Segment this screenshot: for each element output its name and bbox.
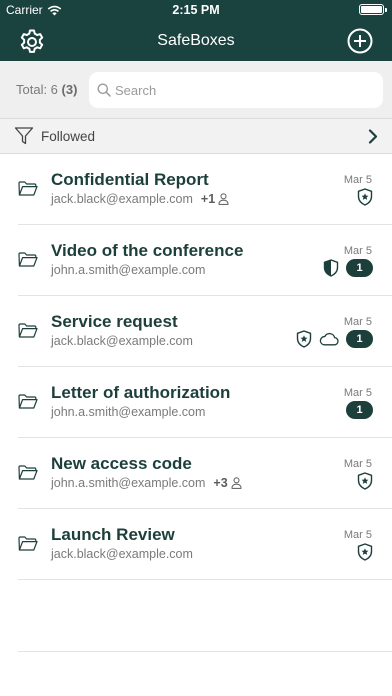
safebox-title: Video of the conference <box>51 241 244 260</box>
safebox-row[interactable]: Letter of authorization john.a.smith@exa… <box>18 367 392 438</box>
search-bar: Total: 6 (3) <box>0 61 392 118</box>
folder-icon <box>18 252 38 267</box>
safebox-participants: jack.black@example.com +1 <box>51 192 229 206</box>
safebox-date: Mar 5 <box>343 174 372 186</box>
safebox-email: jack.black@example.com <box>51 547 193 561</box>
page-title: SafeBoxes <box>157 32 235 49</box>
safebox-status-icons <box>357 188 373 206</box>
search-icon <box>97 83 111 97</box>
star-shield-icon <box>357 472 373 490</box>
total-count: Total: 6 (3) <box>16 82 78 97</box>
safebox-title: Service request <box>51 312 178 331</box>
extra-participants-count: +1 <box>200 192 216 206</box>
safebox-participants: jack.black@example.com <box>51 547 193 561</box>
extra-participants: +3 <box>213 476 242 490</box>
unread-badge: 1 <box>346 330 373 348</box>
safebox-date: Mar 5 <box>343 387 372 399</box>
safebox-row[interactable]: Video of the conference john.a.smith@exa… <box>18 225 392 296</box>
safebox-participants: john.a.smith@example.com <box>51 263 205 277</box>
add-safebox-button[interactable] <box>346 27 374 55</box>
nav-bar: SafeBoxes <box>0 20 392 61</box>
status-time: 2:15 PM <box>172 3 220 17</box>
safebox-status-icons <box>357 472 373 490</box>
person-icon <box>231 477 242 489</box>
folder-icon <box>18 536 38 551</box>
extra-participants: +1 <box>201 192 229 206</box>
safebox-row[interactable]: Launch Review jack.black@example.com Mar… <box>18 509 392 580</box>
safebox-row[interactable]: New access code john.a.smith@example.com… <box>18 438 392 509</box>
safebox-title: New access code <box>51 454 192 473</box>
star-shield-icon <box>296 330 312 348</box>
folder-icon <box>18 465 38 480</box>
safebox-email: john.a.smith@example.com <box>51 476 206 490</box>
safebox-email: jack.black@example.com <box>51 334 193 348</box>
filter-label: Followed <box>41 129 96 144</box>
person-icon <box>218 193 229 205</box>
cloud-icon <box>319 332 339 346</box>
safebox-participants: john.a.smith@example.com <box>51 405 205 419</box>
safebox-list: Confidential Report jack.black@example.c… <box>0 154 392 580</box>
safebox-row[interactable]: Confidential Report jack.black@example.c… <box>18 154 392 225</box>
safebox-title: Letter of authorization <box>51 383 231 402</box>
safebox-date: Mar 5 <box>343 245 372 257</box>
search-field[interactable] <box>89 72 383 108</box>
safebox-date: Mar 5 <box>343 529 372 541</box>
safebox-status-icons: 1 <box>296 330 373 348</box>
safebox-row[interactable]: Service request jack.black@example.com M… <box>18 296 392 367</box>
folder-icon <box>18 181 38 196</box>
star-shield-icon <box>357 543 373 561</box>
safebox-status-icons: 1 <box>323 259 373 277</box>
safebox-status-icons <box>357 543 373 561</box>
star-shield-icon <box>357 188 373 206</box>
status-bar: Carrier 2:15 PM <box>0 0 392 20</box>
folder-icon <box>18 394 38 409</box>
safebox-email: john.a.smith@example.com <box>51 263 206 277</box>
unread-badge: 1 <box>346 259 373 277</box>
safebox-participants: john.a.smith@example.com +3 <box>51 476 242 490</box>
filter-icon <box>14 127 34 145</box>
safebox-status-icons: 1 <box>346 401 373 419</box>
chevron-right-icon <box>368 129 378 144</box>
safebox-email: jack.black@example.com <box>51 192 193 206</box>
safebox-title: Confidential Report <box>51 170 209 189</box>
list-divider <box>18 651 392 652</box>
folder-icon <box>18 323 38 338</box>
safebox-email: john.a.smith@example.com <box>51 405 206 419</box>
half-shield-icon <box>323 259 339 277</box>
safebox-participants: jack.black@example.com <box>51 334 193 348</box>
battery-icon <box>359 4 387 15</box>
search-input[interactable] <box>115 72 375 108</box>
safebox-title: Launch Review <box>51 525 175 544</box>
filter-selector[interactable]: Followed <box>0 118 392 154</box>
unread-badge: 1 <box>346 401 373 419</box>
extra-participants-count: +3 <box>213 476 228 490</box>
safebox-date: Mar 5 <box>343 316 372 328</box>
safebox-date: Mar 5 <box>343 458 372 470</box>
